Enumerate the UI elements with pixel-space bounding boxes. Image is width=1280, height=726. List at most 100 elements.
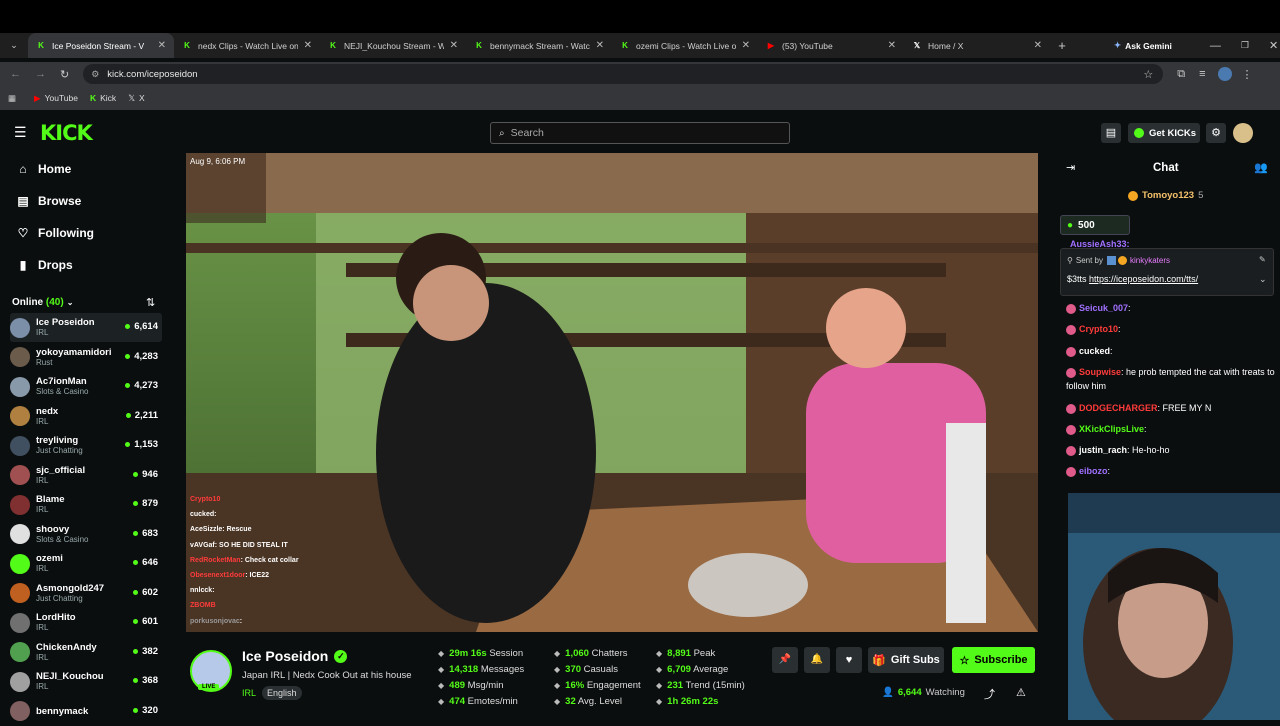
browser-tab[interactable]: Kozemi Clips - Watch Live on ✕ [612, 33, 758, 58]
chat-username[interactable]: Soupwise [1079, 367, 1121, 377]
channel-item[interactable]: NEJI_Kouchou IRL 368 [10, 667, 162, 696]
chat-username[interactable]: eibozo [1079, 466, 1108, 476]
channel-item[interactable]: Blame IRL 879 [10, 490, 162, 519]
pin-icon[interactable]: 📌 [772, 647, 798, 673]
close-tab-icon[interactable]: ✕ [304, 40, 312, 51]
chat-message[interactable]: cucked: [1066, 344, 1276, 358]
top-gifter[interactable]: Tomoyo123 5 [1128, 190, 1203, 201]
chat-text: : [1107, 466, 1111, 476]
ask-gemini-button[interactable]: ✦ Ask Gemini [1114, 40, 1172, 51]
channel-category: IRL [36, 416, 49, 426]
unpin-icon[interactable]: ✎ [1259, 255, 1266, 264]
channel-item[interactable]: Asmongold247 Just Chatting 602 [10, 579, 162, 608]
report-icon[interactable]: ⚠ [1016, 686, 1026, 699]
close-tab-icon[interactable]: ✕ [1034, 40, 1042, 51]
new-tab-icon[interactable]: + [1050, 38, 1074, 53]
browser-tab[interactable]: Knedx Clips - Watch Live on ✕ [174, 33, 320, 58]
channel-item[interactable]: treyliving Just Chatting 1,153 [10, 431, 162, 460]
chat-message[interactable]: XKickClipsLive: [1066, 422, 1276, 436]
kick-logo[interactable]: KICK [40, 121, 93, 145]
chat-message[interactable]: DODGECHARGER: FREE MY N [1066, 401, 1276, 415]
tab-search-icon[interactable]: ⌄ [0, 40, 28, 51]
browser-menu-icon[interactable]: ⋮ [1242, 68, 1253, 81]
chat-users-icon[interactable]: 👥 [1254, 161, 1268, 174]
browser-tab[interactable]: Kbennymack Stream - Watch ✕ [466, 33, 612, 58]
pinned-message[interactable]: ⚲ Sent by kinkykaters $3tts https://icep… [1060, 248, 1274, 296]
reload-icon[interactable]: ↻ [60, 68, 69, 81]
channel-item[interactable]: shoovy Slots & Casino 683 [10, 520, 162, 549]
url-field[interactable]: ⚙ kick.com/iceposeidon ☆ [83, 64, 1164, 84]
channel-item[interactable]: Ac7ionMan Slots & Casino 4,273 [10, 372, 162, 401]
browser-tab[interactable]: K Ice Poseidon Stream - V ✕ [28, 33, 174, 58]
video-player[interactable]: Aug 9, 6:06 PM Crypto10 cucked: AceSizzle:… [186, 153, 1038, 632]
channel-item[interactable]: ozemi IRL 646 [10, 549, 162, 578]
chat-username[interactable]: cucked [1079, 346, 1110, 356]
sidebar-item-following[interactable]: ♡ Following [0, 217, 172, 249]
share-icon[interactable]: ⤴ [984, 686, 995, 702]
minimize-icon[interactable]: — [1210, 40, 1221, 52]
collapse-chat-icon[interactable]: ⇥ [1066, 161, 1075, 174]
chat-message[interactable]: eibozo: [1066, 464, 1276, 478]
channel-item[interactable]: Ice Poseidon IRL 6,614 [10, 313, 162, 342]
channel-item[interactable]: sjc_official IRL 946 [10, 461, 162, 490]
browser-tab[interactable]: 𝕏 Home / X ✕ [904, 33, 1050, 58]
bookmark-youtube[interactable]: ▶ YouTube [34, 93, 78, 104]
browser-tab[interactable]: K NEJI_Kouchou Stream - Wat ✕ [320, 33, 466, 58]
kicks-amount-badge[interactable]: ● 500 [1060, 215, 1130, 235]
channel-item[interactable]: LordHito IRL 601 [10, 608, 162, 637]
search-input[interactable]: ⌕ Search [490, 122, 790, 144]
chat-username[interactable]: Seicuk_007 [1079, 303, 1128, 313]
bookmark-x[interactable]: 𝕏X [128, 93, 145, 104]
channel-item[interactable]: yokoyamamidori Rust 4,283 [10, 343, 162, 372]
channel-category: Rust [36, 357, 53, 367]
close-tab-icon[interactable]: ✕ [596, 40, 604, 51]
overlay-chat-line: vAVGaf: SO HE DID STEAL IT [190, 542, 288, 549]
bookmark-kick[interactable]: K Kick [90, 93, 116, 103]
channel-item[interactable]: nedx IRL 2,211 [10, 402, 162, 431]
dashboard-icon[interactable]: ▤ [1101, 123, 1121, 143]
sort-icon[interactable]: ⇅ [146, 296, 155, 309]
bookmark-star-icon[interactable]: ☆ [1143, 68, 1153, 81]
streamer-name[interactable]: Ice Poseidon [242, 648, 328, 664]
restore-icon[interactable]: ❐ [1241, 40, 1249, 51]
extensions-icon[interactable]: ⧉ [1177, 68, 1185, 81]
profile-avatar[interactable] [1217, 67, 1232, 81]
settings-icon[interactable]: ⚙ [1206, 123, 1226, 143]
menu-icon[interactable]: ☰ [14, 124, 27, 141]
apps-icon[interactable]: ▦ [8, 93, 16, 104]
follow-heart-icon[interactable]: ♥ [836, 647, 862, 673]
sidebar-item-drops[interactable]: ▮ Drops [0, 249, 172, 281]
close-window-icon[interactable]: ✕ [1269, 39, 1278, 52]
chat-message[interactable]: Seicuk_007: [1066, 301, 1276, 315]
expand-icon[interactable]: ⌄ [1259, 274, 1267, 285]
media-icon[interactable]: ≡ [1199, 68, 1205, 80]
sidebar-item-home[interactable]: ⌂ Home [0, 153, 172, 185]
chat-message[interactable]: justin_rach: He-ho-ho [1066, 443, 1276, 457]
pinned-link[interactable]: https://iceposeidon.com/tts/ [1089, 274, 1198, 284]
close-tab-icon[interactable]: ✕ [888, 40, 896, 51]
bell-icon[interactable]: 🔔 [804, 647, 830, 673]
close-tab-icon[interactable]: ✕ [450, 40, 458, 51]
close-tab-icon[interactable]: ✕ [742, 40, 750, 51]
online-header[interactable]: Online (40) ⌄ [12, 297, 73, 308]
gift-subs-button[interactable]: 🎁 Gift Subs [868, 647, 944, 673]
site-info-icon[interactable]: ⚙ [91, 69, 99, 80]
chat-username[interactable]: XKickClipsLive [1079, 424, 1144, 434]
forward-icon[interactable]: → [35, 68, 46, 80]
channel-item[interactable]: bennymack 320 [10, 697, 162, 726]
back-icon[interactable]: ← [10, 68, 21, 80]
close-tab-icon[interactable]: ✕ [158, 40, 166, 51]
chat-username[interactable]: DODGECHARGER [1079, 403, 1158, 413]
sidebar-item-browse[interactable]: ▤ Browse [0, 185, 172, 217]
user-avatar[interactable] [1233, 123, 1253, 143]
chat-message[interactable]: Crypto10: [1066, 322, 1276, 336]
language-tag[interactable]: English [262, 686, 302, 700]
chat-message[interactable]: Soupwise: he prob tempted the cat with t… [1066, 365, 1276, 393]
chat-username[interactable]: justin_rach [1079, 445, 1127, 455]
get-kicks-button[interactable]: Get KICKs [1128, 123, 1200, 143]
browser-tab[interactable]: ▶ (53) YouTube ✕ [758, 33, 904, 58]
chat-username[interactable]: Crypto10 [1079, 324, 1118, 334]
channel-item[interactable]: ChickenAndy IRL 382 [10, 638, 162, 667]
subscribe-button[interactable]: ☆ Subscribe [952, 647, 1035, 673]
stream-category[interactable]: IRL [242, 688, 256, 698]
